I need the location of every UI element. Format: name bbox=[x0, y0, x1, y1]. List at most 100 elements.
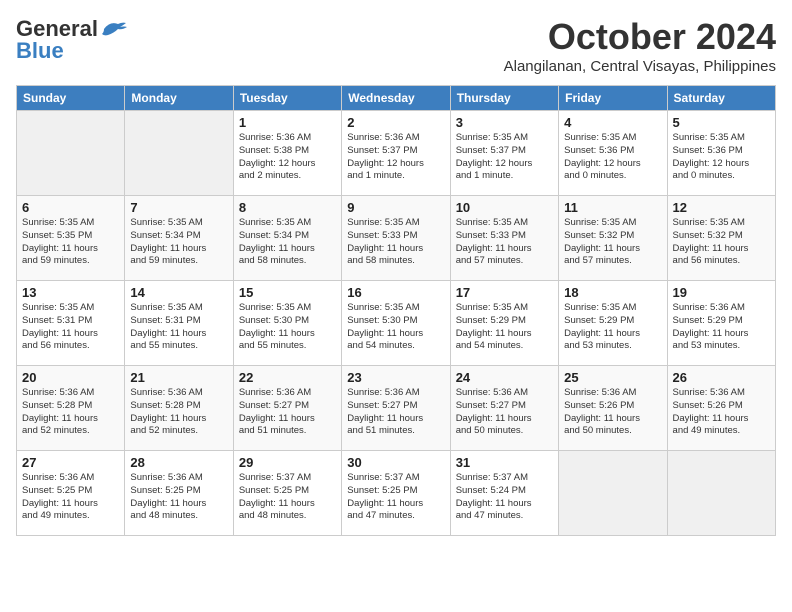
day-info: Sunrise: 5:37 AMSunset: 5:25 PMDaylight:… bbox=[347, 472, 444, 523]
calendar-cell: 29 Sunrise: 5:37 AMSunset: 5:25 PMDayligh… bbox=[233, 451, 341, 536]
day-info: Sunrise: 5:37 AMSunset: 5:24 PMDaylight:… bbox=[456, 472, 553, 523]
calendar-cell: 10 Sunrise: 5:35 AMSunset: 5:33 PMDayligh… bbox=[450, 196, 558, 281]
day-number: 20 bbox=[22, 370, 119, 385]
day-info: Sunrise: 5:36 AMSunset: 5:27 PMDaylight:… bbox=[239, 387, 336, 438]
calendar-cell: 8Sunrise: 5:35 AMSunset: 5:34 PMDaylight… bbox=[233, 196, 341, 281]
logo-blue: Blue bbox=[16, 38, 64, 64]
day-info: Sunrise: 5:36 AMSunset: 5:28 PMDaylight:… bbox=[22, 387, 119, 438]
day-info: Sunrise: 5:35 AMSunset: 5:36 PMDaylight:… bbox=[564, 132, 661, 183]
calendar-cell: 25 Sunrise: 5:36 AMSunset: 5:26 PMDayligh… bbox=[559, 366, 667, 451]
day-number: 17 bbox=[456, 285, 553, 300]
day-info: Sunrise: 5:36 AMSunset: 5:25 PMDaylight:… bbox=[130, 472, 227, 523]
calendar-week-row: 1 Sunrise: 5:36 AMSunset: 5:38 PMDaylight… bbox=[17, 111, 776, 196]
day-info: Sunrise: 5:35 AMSunset: 5:31 PMDaylight:… bbox=[22, 302, 119, 353]
weekday-header-row: SundayMondayTuesdayWednesdayThursdayFrid… bbox=[17, 86, 776, 111]
title-block: October 2024 Alangilanan, Central Visaya… bbox=[504, 16, 776, 75]
calendar-cell: 13Sunrise: 5:35 AMSunset: 5:31 PMDayligh… bbox=[17, 281, 125, 366]
logo-bird-icon bbox=[100, 19, 128, 39]
day-number: 16 bbox=[347, 285, 444, 300]
calendar-cell bbox=[559, 451, 667, 536]
day-number: 26 bbox=[673, 370, 770, 385]
calendar-cell: 5 Sunrise: 5:35 AMSunset: 5:36 PMDaylight… bbox=[667, 111, 775, 196]
day-info: Sunrise: 5:35 AMSunset: 5:35 PMDaylight:… bbox=[22, 217, 119, 268]
calendar-cell: 1 Sunrise: 5:36 AMSunset: 5:38 PMDaylight… bbox=[233, 111, 341, 196]
calendar-week-row: 27 Sunrise: 5:36 AMSunset: 5:25 PMDayligh… bbox=[17, 451, 776, 536]
day-number: 28 bbox=[130, 455, 227, 470]
calendar-cell: 30 Sunrise: 5:37 AMSunset: 5:25 PMDayligh… bbox=[342, 451, 450, 536]
calendar-cell: 31 Sunrise: 5:37 AMSunset: 5:24 PMDayligh… bbox=[450, 451, 558, 536]
day-number: 30 bbox=[347, 455, 444, 470]
calendar-cell: 20 Sunrise: 5:36 AMSunset: 5:28 PMDayligh… bbox=[17, 366, 125, 451]
day-info: Sunrise: 5:35 AMSunset: 5:33 PMDaylight:… bbox=[456, 217, 553, 268]
day-number: 4 bbox=[564, 115, 661, 130]
calendar-cell: 23Sunrise: 5:36 AMSunset: 5:27 PMDayligh… bbox=[342, 366, 450, 451]
day-info: Sunrise: 5:36 AMSunset: 5:27 PMDaylight:… bbox=[456, 387, 553, 438]
day-info: Sunrise: 5:37 AMSunset: 5:25 PMDaylight:… bbox=[239, 472, 336, 523]
day-number: 29 bbox=[239, 455, 336, 470]
day-info: Sunrise: 5:36 AMSunset: 5:26 PMDaylight:… bbox=[564, 387, 661, 438]
weekday-header-tuesday: Tuesday bbox=[233, 86, 341, 111]
day-info: Sunrise: 5:36 AMSunset: 5:25 PMDaylight:… bbox=[22, 472, 119, 523]
calendar-cell: 11 Sunrise: 5:35 AMSunset: 5:32 PMDayligh… bbox=[559, 196, 667, 281]
day-number: 5 bbox=[673, 115, 770, 130]
calendar-cell: 24 Sunrise: 5:36 AMSunset: 5:27 PMDayligh… bbox=[450, 366, 558, 451]
calendar-cell: 15 Sunrise: 5:35 AMSunset: 5:30 PMDayligh… bbox=[233, 281, 341, 366]
day-number: 2 bbox=[347, 115, 444, 130]
day-info: Sunrise: 5:35 AMSunset: 5:32 PMDaylight:… bbox=[673, 217, 770, 268]
weekday-header-saturday: Saturday bbox=[667, 86, 775, 111]
calendar-cell: 21 Sunrise: 5:36 AMSunset: 5:28 PMDayligh… bbox=[125, 366, 233, 451]
day-number: 15 bbox=[239, 285, 336, 300]
day-number: 18 bbox=[564, 285, 661, 300]
calendar-cell: 2 Sunrise: 5:36 AMSunset: 5:37 PMDaylight… bbox=[342, 111, 450, 196]
calendar-cell: 3 Sunrise: 5:35 AMSunset: 5:37 PMDaylight… bbox=[450, 111, 558, 196]
calendar-cell: 9Sunrise: 5:35 AMSunset: 5:33 PMDaylight… bbox=[342, 196, 450, 281]
day-number: 11 bbox=[564, 200, 661, 215]
calendar-cell: 12Sunrise: 5:35 AMSunset: 5:32 PMDayligh… bbox=[667, 196, 775, 281]
day-info: Sunrise: 5:35 AMSunset: 5:36 PMDaylight:… bbox=[673, 132, 770, 183]
day-number: 25 bbox=[564, 370, 661, 385]
logo: General Blue bbox=[16, 16, 128, 64]
calendar-table: SundayMondayTuesdayWednesdayThursdayFrid… bbox=[16, 85, 776, 536]
day-number: 3 bbox=[456, 115, 553, 130]
month-title: October 2024 bbox=[504, 16, 776, 58]
calendar-cell: 4 Sunrise: 5:35 AMSunset: 5:36 PMDaylight… bbox=[559, 111, 667, 196]
calendar-cell: 7Sunrise: 5:35 AMSunset: 5:34 PMDaylight… bbox=[125, 196, 233, 281]
day-info: Sunrise: 5:36 AMSunset: 5:27 PMDaylight:… bbox=[347, 387, 444, 438]
day-number: 10 bbox=[456, 200, 553, 215]
calendar-cell: 28 Sunrise: 5:36 AMSunset: 5:25 PMDayligh… bbox=[125, 451, 233, 536]
weekday-header-monday: Monday bbox=[125, 86, 233, 111]
day-info: Sunrise: 5:35 AMSunset: 5:29 PMDaylight:… bbox=[564, 302, 661, 353]
calendar-cell: 14Sunrise: 5:35 AMSunset: 5:31 PMDayligh… bbox=[125, 281, 233, 366]
day-info: Sunrise: 5:36 AMSunset: 5:37 PMDaylight:… bbox=[347, 132, 444, 183]
day-info: Sunrise: 5:35 AMSunset: 5:32 PMDaylight:… bbox=[564, 217, 661, 268]
page-header: General Blue October 2024 Alangilanan, C… bbox=[16, 16, 776, 75]
day-info: Sunrise: 5:35 AMSunset: 5:30 PMDaylight:… bbox=[239, 302, 336, 353]
day-info: Sunrise: 5:35 AMSunset: 5:29 PMDaylight:… bbox=[456, 302, 553, 353]
weekday-header-friday: Friday bbox=[559, 86, 667, 111]
day-number: 22 bbox=[239, 370, 336, 385]
weekday-header-thursday: Thursday bbox=[450, 86, 558, 111]
calendar-cell: 16Sunrise: 5:35 AMSunset: 5:30 PMDayligh… bbox=[342, 281, 450, 366]
day-number: 27 bbox=[22, 455, 119, 470]
day-info: Sunrise: 5:35 AMSunset: 5:33 PMDaylight:… bbox=[347, 217, 444, 268]
calendar-cell bbox=[125, 111, 233, 196]
day-info: Sunrise: 5:35 AMSunset: 5:34 PMDaylight:… bbox=[130, 217, 227, 268]
calendar-cell: 26 Sunrise: 5:36 AMSunset: 5:26 PMDayligh… bbox=[667, 366, 775, 451]
calendar-cell: 18 Sunrise: 5:35 AMSunset: 5:29 PMDayligh… bbox=[559, 281, 667, 366]
day-info: Sunrise: 5:36 AMSunset: 5:38 PMDaylight:… bbox=[239, 132, 336, 183]
calendar-week-row: 13Sunrise: 5:35 AMSunset: 5:31 PMDayligh… bbox=[17, 281, 776, 366]
day-info: Sunrise: 5:36 AMSunset: 5:29 PMDaylight:… bbox=[673, 302, 770, 353]
day-info: Sunrise: 5:36 AMSunset: 5:28 PMDaylight:… bbox=[130, 387, 227, 438]
day-number: 24 bbox=[456, 370, 553, 385]
day-info: Sunrise: 5:35 AMSunset: 5:37 PMDaylight:… bbox=[456, 132, 553, 183]
day-number: 19 bbox=[673, 285, 770, 300]
day-number: 31 bbox=[456, 455, 553, 470]
location-title: Alangilanan, Central Visayas, Philippine… bbox=[504, 58, 776, 75]
calendar-week-row: 20 Sunrise: 5:36 AMSunset: 5:28 PMDayligh… bbox=[17, 366, 776, 451]
day-number: 21 bbox=[130, 370, 227, 385]
day-number: 1 bbox=[239, 115, 336, 130]
calendar-cell: 19 Sunrise: 5:36 AMSunset: 5:29 PMDayligh… bbox=[667, 281, 775, 366]
calendar-cell: 22 Sunrise: 5:36 AMSunset: 5:27 PMDayligh… bbox=[233, 366, 341, 451]
day-info: Sunrise: 5:36 AMSunset: 5:26 PMDaylight:… bbox=[673, 387, 770, 438]
day-number: 8 bbox=[239, 200, 336, 215]
